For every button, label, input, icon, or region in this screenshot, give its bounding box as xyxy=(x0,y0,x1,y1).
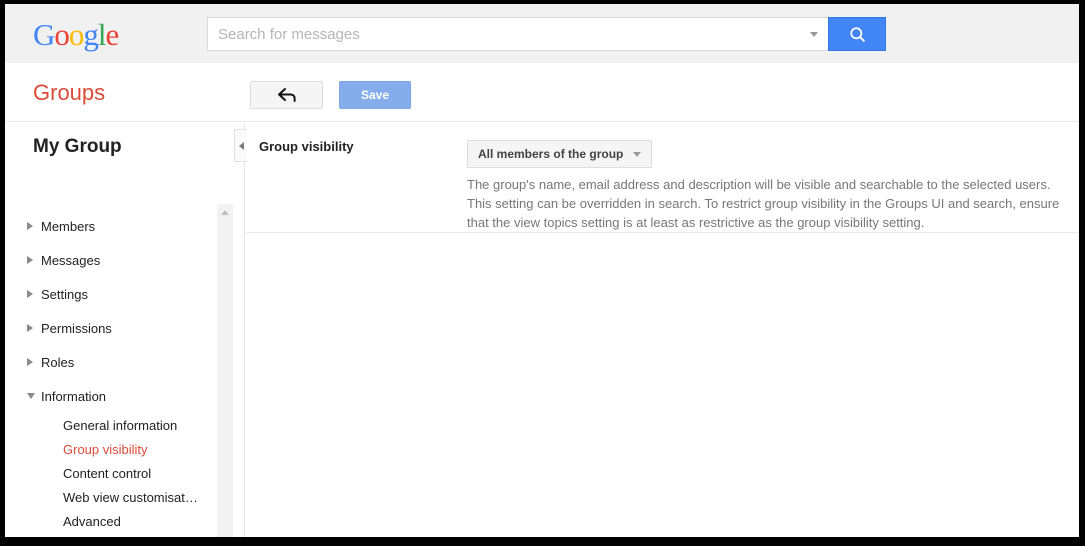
sidebar-item-label: Members xyxy=(41,218,96,234)
setting-description: The group's name, email address and desc… xyxy=(467,177,1060,230)
sidebar-item-group-visibility[interactable]: Group visibility xyxy=(5,437,205,461)
sidebar-item-general-information[interactable]: General information xyxy=(5,413,205,437)
sidebar-item-permissions[interactable]: Permissions xyxy=(5,311,205,345)
logo-letter-o2: o xyxy=(68,17,84,52)
chevron-right-icon xyxy=(27,358,33,366)
logo-letter-o1: o xyxy=(54,17,69,52)
sidebar-item-members[interactable]: Members xyxy=(5,209,205,243)
chevron-down-icon xyxy=(27,393,35,399)
sidebar-child-label: Group visibility xyxy=(63,441,148,457)
top-header-bar: Google xyxy=(5,4,1079,63)
search-bar xyxy=(207,17,886,51)
sidebar-scrollbar[interactable] xyxy=(217,204,233,537)
sidebar-item-content-control[interactable]: Content control xyxy=(5,461,205,485)
groups-action-bar: Groups Save xyxy=(5,63,1079,122)
chevron-right-icon xyxy=(27,324,33,332)
sidebar-item-settings[interactable]: Settings xyxy=(5,277,205,311)
sidebar-child-label: Content control xyxy=(63,465,152,481)
logo-letter-g1: G xyxy=(33,17,55,52)
back-arrow-icon xyxy=(277,88,296,102)
chevron-down-icon xyxy=(810,31,818,37)
group-visibility-setting-row: Group visibility All members of the grou… xyxy=(246,123,1079,233)
scroll-up-button[interactable] xyxy=(217,204,233,220)
save-button[interactable]: Save xyxy=(339,81,411,109)
sidebar-child-label: Web view customisat… xyxy=(63,489,198,505)
browser-viewport: Google Groups Save My Gr xyxy=(5,4,1079,537)
sidebar-child-label: Advanced xyxy=(63,513,121,529)
sidebar-item-label: Permissions xyxy=(41,320,112,336)
search-icon xyxy=(849,26,865,42)
search-options-dropdown[interactable] xyxy=(800,17,828,51)
chevron-left-icon xyxy=(238,141,244,150)
sidebar-child-label: General information xyxy=(63,417,178,433)
logo-letter-e: e xyxy=(105,17,120,52)
main-content: Group visibility All members of the grou… xyxy=(246,123,1079,537)
search-input[interactable] xyxy=(207,17,800,51)
sidebar-item-web-view-customisation[interactable]: Web view customisat… xyxy=(5,485,205,509)
sidebar-item-roles[interactable]: Roles xyxy=(5,345,205,379)
chevron-up-icon xyxy=(221,209,229,215)
dropdown-selected-value: All members of the group xyxy=(478,147,624,161)
chevron-right-icon xyxy=(27,290,33,298)
sidebar-item-information[interactable]: Information xyxy=(5,379,205,413)
logo-letter-l: l xyxy=(97,17,107,52)
sidebar: My Group Members Messages Settings Permi… xyxy=(5,123,245,537)
chevron-down-icon xyxy=(633,151,642,157)
setting-label: Group visibility xyxy=(259,139,354,154)
sidebar-nav-tree: Members Messages Settings Permissions Ro… xyxy=(5,209,205,533)
sidebar-item-messages[interactable]: Messages xyxy=(5,243,205,277)
chevron-right-icon xyxy=(27,256,33,264)
sidebar-item-label: Information xyxy=(41,388,107,404)
sidebar-item-label: Settings xyxy=(41,286,88,302)
sidebar-item-label: Roles xyxy=(41,354,75,370)
sidebar-collapse-handle[interactable] xyxy=(234,129,247,162)
back-button[interactable] xyxy=(250,81,323,109)
sidebar-item-advanced[interactable]: Advanced xyxy=(5,509,205,533)
group-visibility-dropdown[interactable]: All members of the group xyxy=(467,140,653,168)
page-title[interactable]: Groups xyxy=(33,80,105,106)
sidebar-item-label: Messages xyxy=(41,252,101,268)
chevron-right-icon xyxy=(27,222,33,230)
logo-letter-g2: g xyxy=(83,17,98,52)
google-logo[interactable]: Google xyxy=(33,17,120,52)
group-name-heading: My Group xyxy=(33,136,122,157)
search-button[interactable] xyxy=(828,17,886,51)
